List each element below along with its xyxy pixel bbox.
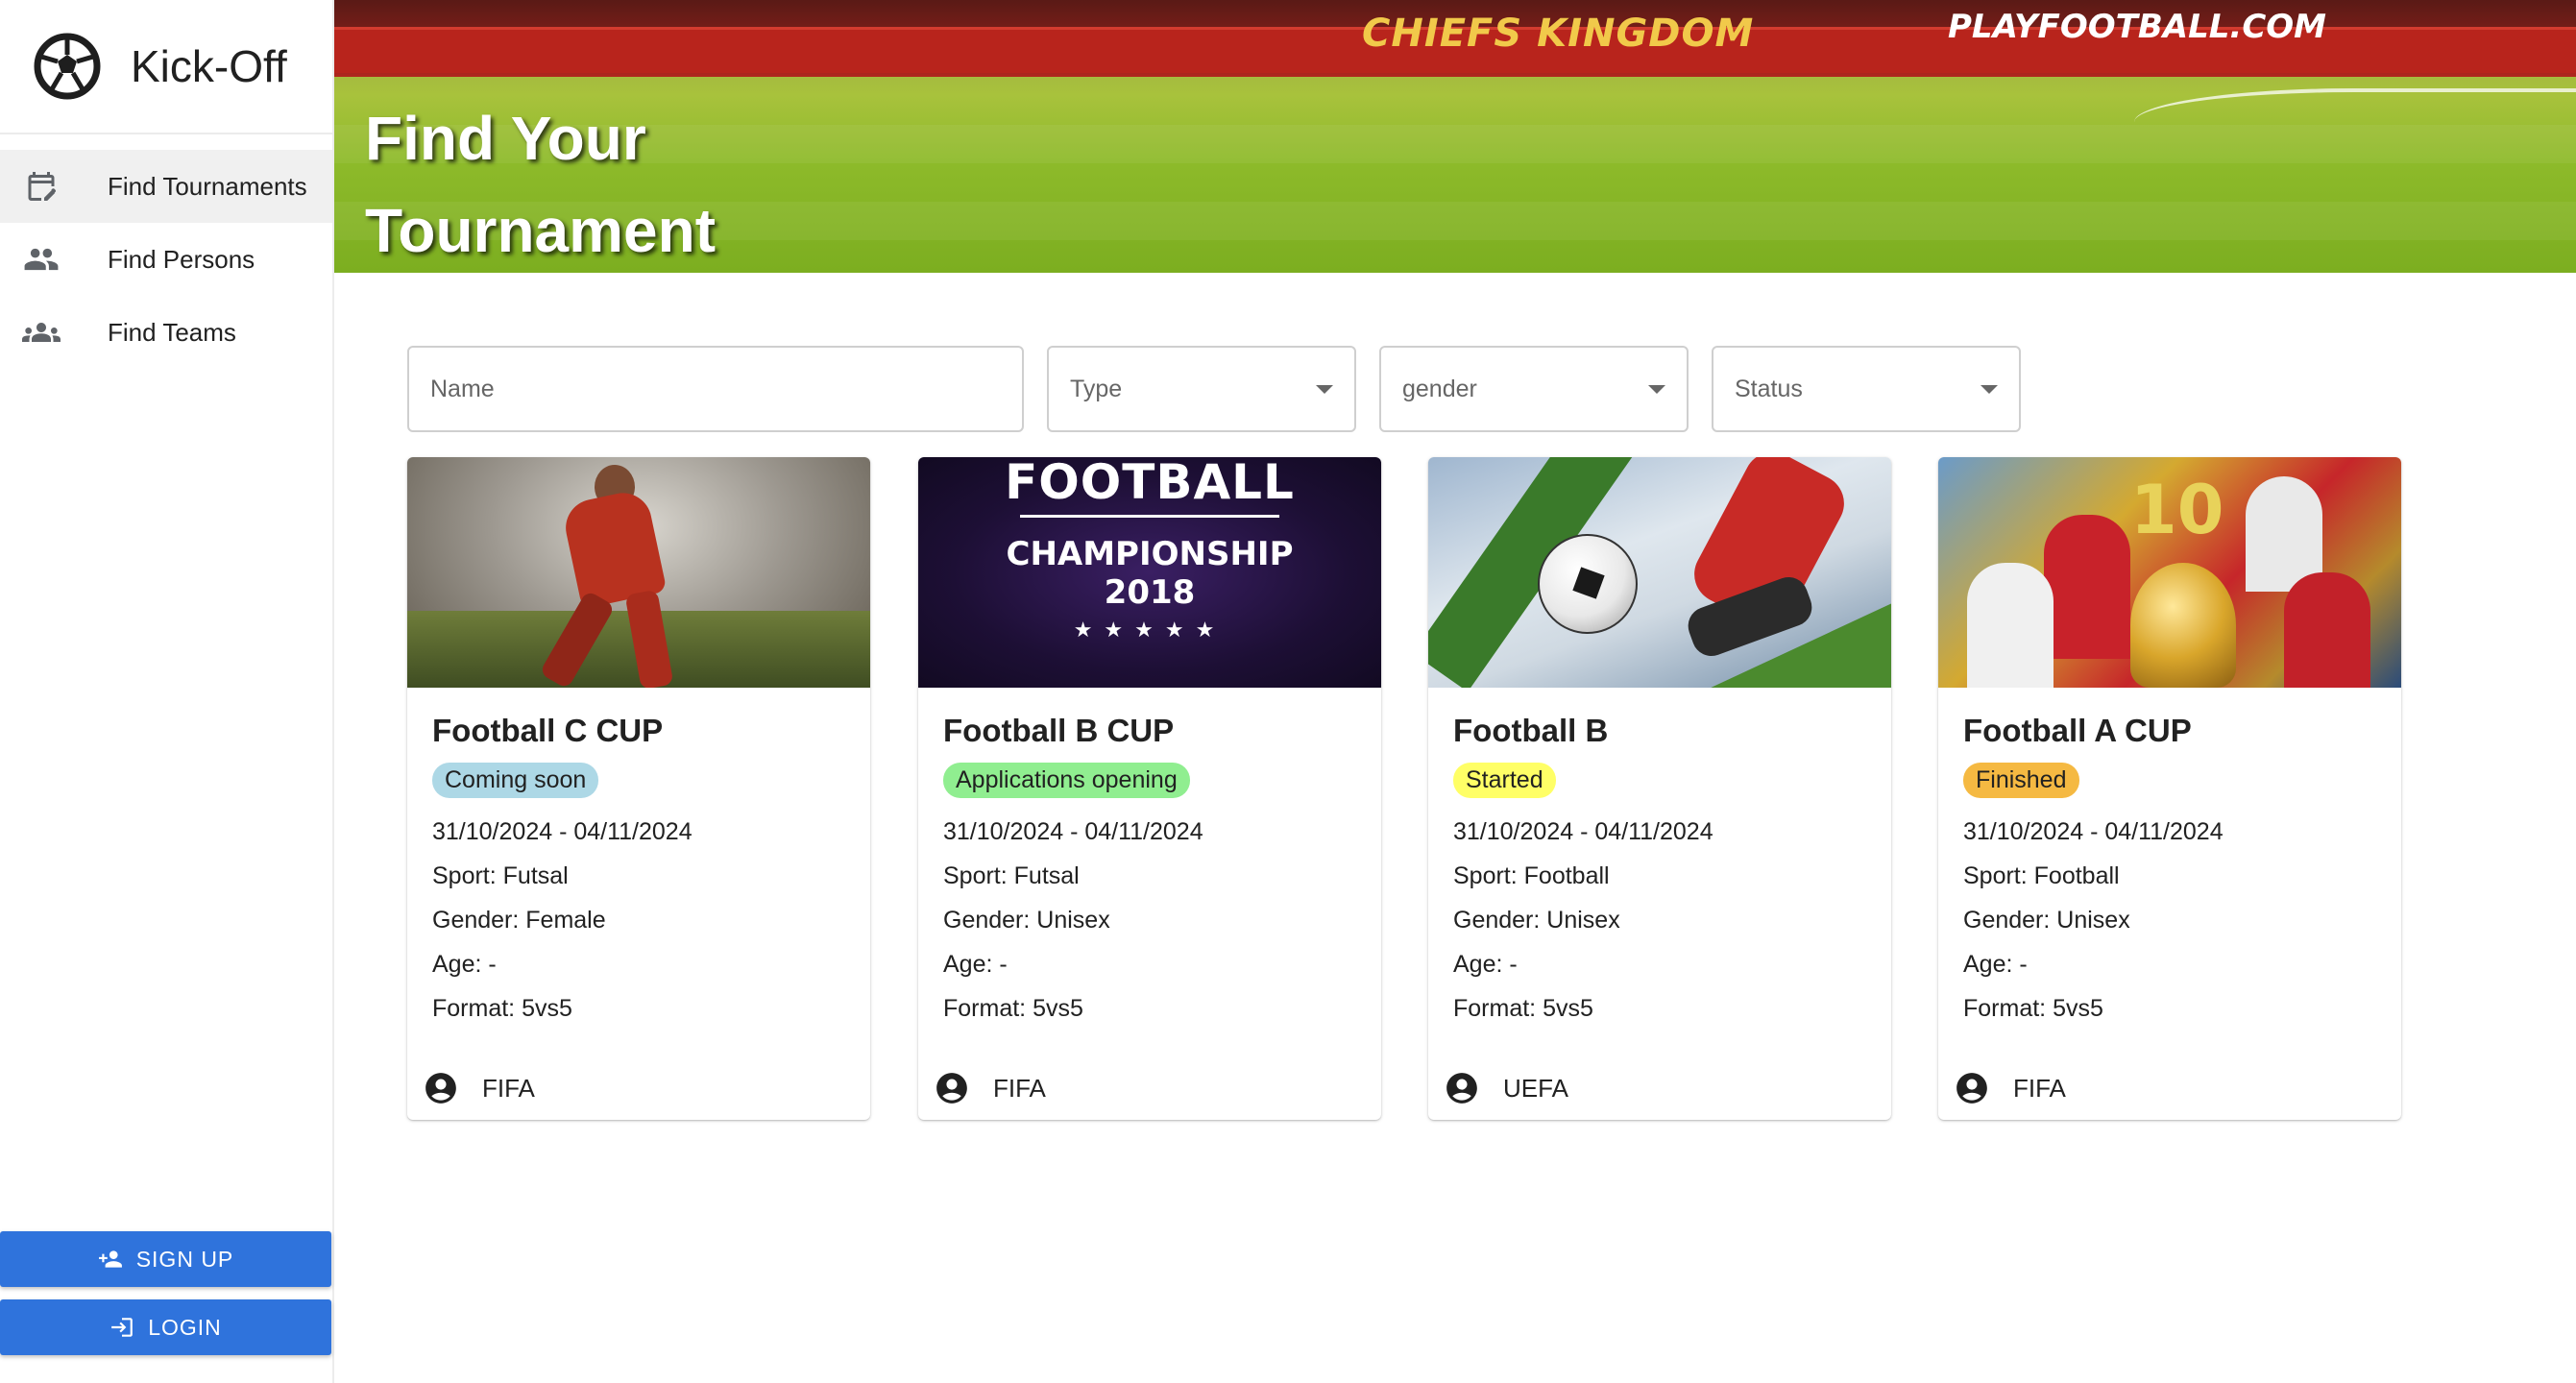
account-circle-icon — [936, 1073, 967, 1104]
status-badge: Applications opening — [943, 763, 1190, 798]
sidebar-item-find-persons[interactable]: Find Persons — [0, 223, 332, 296]
organizer: FIFA — [1954, 1070, 2066, 1106]
image-text-championship: CHAMPIONSHIP — [1006, 535, 1294, 573]
image-text-stars: ★★★★★ — [1073, 618, 1227, 642]
chevron-down-icon — [1316, 385, 1333, 394]
gender-select[interactable]: gender — [1379, 346, 1689, 432]
status-badge: Started — [1453, 763, 1556, 798]
tournament-image: 10 — [1938, 457, 2401, 688]
hero-banner: CHIEFS KINGDOM PLAYFOOTBALL.COM Find You… — [334, 0, 2576, 273]
sidebar: Kick-Off Find Tournaments Find Persons F… — [0, 0, 334, 1383]
tournament-dates: 31/10/2024 - 04/11/2024 — [1963, 818, 2224, 845]
organizer: FIFA — [423, 1070, 535, 1106]
tournament-card[interactable]: Football B Started 31/10/2024 - 04/11/20… — [1428, 457, 1891, 1120]
tournament-card[interactable]: Football C CUP Coming soon 31/10/2024 - … — [407, 457, 870, 1120]
tournament-sport: Sport: Futsal — [432, 862, 569, 889]
stands-banner-text: CHIEFS KINGDOM — [1362, 12, 1755, 56]
tournament-title: Football A CUP — [1963, 713, 2192, 748]
type-select-label: Type — [1070, 375, 1123, 402]
tournament-gender: Gender: Unisex — [943, 907, 1110, 934]
type-select[interactable]: Type — [1047, 346, 1356, 432]
sign-up-label: SIGN UP — [135, 1246, 234, 1272]
organizer-name: FIFA — [482, 1073, 535, 1103]
tournament-age: Age: - — [432, 951, 497, 978]
tournament-sport: Sport: Football — [1453, 862, 1610, 889]
organizer-name: FIFA — [2013, 1073, 2066, 1103]
tournament-sport: Sport: Futsal — [943, 862, 1080, 889]
brand[interactable]: Kick-Off — [0, 0, 332, 134]
account-circle-icon — [425, 1073, 456, 1104]
people-icon — [21, 239, 61, 279]
gender-select-label: gender — [1402, 375, 1477, 402]
name-field[interactable] — [407, 346, 1024, 432]
sidebar-item-label: Find Tournaments — [108, 171, 307, 201]
image-text-number: 10 — [2130, 471, 2224, 549]
tournament-age: Age: - — [943, 951, 1008, 978]
tournament-card[interactable]: FOOTBALL CHAMPIONSHIP 2018 ★★★★★ Footbal… — [918, 457, 1381, 1120]
tournament-title: Football C CUP — [432, 713, 664, 748]
tournament-dates: 31/10/2024 - 04/11/2024 — [1453, 818, 1713, 845]
tournament-format: Format: 5vs5 — [1963, 995, 2103, 1022]
status-badge: Coming soon — [432, 763, 599, 798]
tournament-age: Age: - — [1963, 951, 2028, 978]
organizer-name: UEFA — [1503, 1073, 1568, 1103]
tournament-card[interactable]: 10 Football A CUP Finished 31/10/2024 - … — [1938, 457, 2401, 1120]
page-title: Find Your Tournament — [365, 104, 717, 265]
tournament-title: Football B — [1453, 713, 1609, 748]
tournament-dates: 31/10/2024 - 04/11/2024 — [943, 818, 1203, 845]
groups-icon — [21, 312, 61, 352]
image-text-football: FOOTBALL — [1005, 457, 1295, 510]
status-select[interactable]: Status — [1712, 346, 2021, 432]
tournament-dates: 31/10/2024 - 04/11/2024 — [432, 818, 693, 845]
sidebar-item-label: Find Teams — [108, 317, 236, 347]
person-add-icon — [98, 1250, 122, 1268]
stadium-stands: CHIEFS KINGDOM PLAYFOOTBALL.COM — [334, 0, 2576, 77]
account-circle-icon — [1956, 1073, 1987, 1104]
tournament-gender: Gender: Unisex — [1963, 907, 2130, 934]
image-text-year: 2018 — [1104, 573, 1196, 612]
tournament-format: Format: 5vs5 — [943, 995, 1083, 1022]
chevron-down-icon — [1648, 385, 1665, 394]
tournament-format: Format: 5vs5 — [432, 995, 572, 1022]
stands-sponsor-text: PLAYFOOTBALL.COM — [1948, 8, 2327, 46]
tournament-age: Age: - — [1453, 951, 1518, 978]
tournament-format: Format: 5vs5 — [1453, 995, 1593, 1022]
name-search-input[interactable] — [430, 375, 963, 403]
field-line — [2134, 88, 2576, 156]
account-circle-icon — [1446, 1073, 1477, 1104]
tournament-gender: Gender: Unisex — [1453, 907, 1620, 934]
sign-up-button[interactable]: SIGN UP — [0, 1231, 331, 1287]
soccer-ball-logo-icon — [34, 33, 101, 100]
tournament-gender: Gender: Female — [432, 907, 606, 934]
sidebar-nav: Find Tournaments Find Persons Find Teams — [0, 134, 332, 369]
login-label: LOGIN — [148, 1314, 222, 1340]
login-icon — [111, 1318, 134, 1337]
status-select-label: Status — [1735, 375, 1803, 402]
app-name: Kick-Off — [131, 41, 287, 91]
organizer: UEFA — [1444, 1070, 1568, 1106]
organizer-name: FIFA — [993, 1073, 1046, 1103]
tournament-image — [407, 457, 870, 688]
sidebar-item-find-tournaments[interactable]: Find Tournaments — [0, 150, 332, 223]
organizer: FIFA — [934, 1070, 1046, 1106]
chevron-down-icon — [1981, 385, 1998, 394]
status-badge: Finished — [1963, 763, 2079, 798]
tournament-title: Football B CUP — [943, 713, 1175, 748]
sidebar-item-find-teams[interactable]: Find Teams — [0, 296, 332, 369]
sidebar-item-label: Find Persons — [108, 244, 255, 274]
login-button[interactable]: LOGIN — [0, 1299, 331, 1355]
calendar-edit-icon — [21, 166, 61, 206]
tournament-image — [1428, 457, 1891, 688]
tournament-image: FOOTBALL CHAMPIONSHIP 2018 ★★★★★ — [918, 457, 1381, 688]
tournament-sport: Sport: Football — [1963, 862, 2120, 889]
